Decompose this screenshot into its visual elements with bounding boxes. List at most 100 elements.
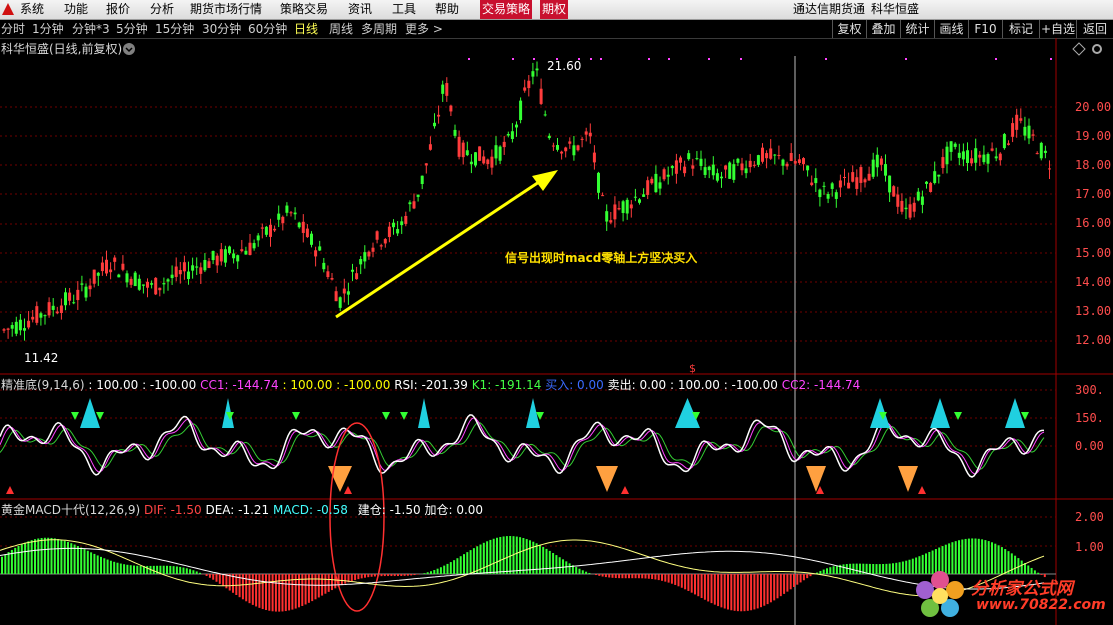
candle-body — [646, 180, 650, 195]
price-tick: 16.00 — [1075, 216, 1112, 230]
candle-body — [330, 278, 334, 280]
candle-body — [404, 215, 408, 224]
chart-canvas[interactable]: $ — [0, 0, 1113, 625]
indicator2-header: 黄金MACD十代(12,26,9) DIF: -1.50 DEA: -1.21 … — [1, 501, 483, 518]
candle-body — [674, 160, 678, 174]
candle-body — [1019, 118, 1023, 121]
indicator2-value: DIF: -1.50 — [143, 503, 202, 517]
candle-body — [576, 145, 580, 151]
candle-body — [39, 313, 43, 318]
candle-body — [478, 146, 482, 161]
buy-arrow — [6, 486, 14, 494]
top-zone — [930, 398, 950, 428]
signal-dot — [590, 58, 592, 60]
indicator1-value: : -100.00 — [723, 378, 778, 392]
price-tick: 12.00 — [1075, 333, 1112, 347]
price-tick: 17.00 — [1075, 187, 1112, 201]
candle-body — [765, 153, 769, 159]
price-tick: 18.00 — [1075, 158, 1112, 172]
indicator2-value: 建仓: -1.50 — [357, 503, 421, 517]
candle-body — [27, 320, 31, 328]
indicator1-value: CC1: -144.74 — [200, 378, 279, 392]
candle-body — [703, 167, 707, 175]
indicator2-tick: 1.00 — [1075, 540, 1104, 554]
candle-body — [728, 162, 732, 179]
candle-body — [371, 247, 375, 252]
indicator1-value: : -100.00 — [142, 378, 197, 392]
gear-icon[interactable] — [1090, 42, 1104, 56]
indicator1-value: : 100.00 — [88, 378, 139, 392]
candle-body — [2, 329, 6, 331]
candle-body — [740, 163, 744, 171]
candle-body — [621, 201, 625, 214]
candle-body — [297, 222, 301, 228]
candle-body — [617, 208, 621, 210]
candle-body — [445, 83, 449, 96]
candle-body — [80, 283, 84, 285]
candle-body — [117, 274, 121, 278]
candle-body — [113, 257, 117, 262]
settings-icon[interactable] — [122, 42, 136, 56]
candle-body — [531, 71, 535, 77]
candle-body — [978, 154, 982, 158]
high-price-label: 21.60 — [547, 59, 582, 73]
candle-body — [670, 166, 674, 169]
indicator2-name: 黄金MACD十代(12,26,9) — [1, 503, 141, 517]
candle-body — [1023, 126, 1027, 136]
candle-body — [195, 266, 199, 268]
candle-body — [326, 271, 330, 278]
candle-body — [367, 251, 371, 257]
candle-body — [802, 158, 805, 165]
candle-body — [146, 281, 149, 288]
candle-body — [351, 269, 354, 272]
signal-dot — [512, 58, 514, 60]
bottom-zone — [898, 466, 918, 492]
candle-body — [838, 180, 842, 188]
candle-body — [609, 220, 613, 223]
candle-body — [199, 267, 203, 274]
candle-body — [515, 124, 518, 128]
candle-body — [847, 182, 851, 189]
annotation-arrowhead — [532, 170, 558, 191]
diamond-icon[interactable] — [1072, 42, 1086, 56]
candle-body — [744, 168, 748, 174]
candle-body — [556, 145, 559, 150]
candle-body — [937, 174, 941, 177]
candle-body — [601, 195, 605, 197]
candle-body — [1007, 143, 1010, 145]
candle-body — [982, 154, 986, 163]
candle-body — [810, 182, 814, 186]
candle-body — [953, 143, 957, 147]
candle-body — [248, 242, 252, 256]
top-zone — [418, 398, 430, 428]
candle-body — [92, 269, 96, 284]
indicator1-value: K1: -191.14 — [471, 378, 542, 392]
buy-arrow — [621, 486, 629, 494]
candle-body — [441, 84, 445, 94]
candle-body — [560, 151, 564, 154]
candle-body — [642, 194, 646, 197]
candle-body — [449, 105, 453, 112]
candle-body — [662, 169, 666, 180]
candle-body — [342, 288, 346, 294]
candle-body — [314, 250, 318, 257]
candle-body — [109, 269, 113, 273]
price-tick: 14.00 — [1075, 275, 1112, 289]
candle-body — [1031, 134, 1035, 136]
signal-dot — [708, 58, 710, 60]
indicator2-value: MACD: -0.58 — [273, 503, 348, 517]
candle-body — [666, 174, 670, 177]
candle-body — [568, 141, 572, 144]
candle-body — [851, 172, 855, 182]
candle-body — [748, 160, 752, 168]
candle-body — [834, 192, 838, 199]
candle-body — [158, 287, 162, 291]
candle-body — [363, 252, 367, 262]
candle-body — [687, 153, 691, 160]
candle-body — [457, 136, 461, 157]
indicator2-tick: 2.00 — [1075, 510, 1104, 524]
indicator1-value: CC2: -144.74 — [781, 378, 861, 392]
candle-body — [486, 159, 490, 165]
candle-body — [818, 189, 822, 198]
indicator1-value: RSI: -201.39 — [394, 378, 468, 392]
